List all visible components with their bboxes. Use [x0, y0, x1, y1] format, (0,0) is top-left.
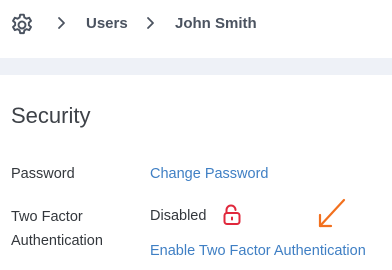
chevron-right-icon: [147, 17, 154, 29]
change-password-link[interactable]: Change Password: [150, 165, 269, 183]
two-factor-status: Disabled: [150, 208, 207, 224]
two-factor-label-line2: Authentication: [11, 233, 103, 249]
section-divider-band: [0, 58, 392, 75]
breadcrumb-bar: Users John Smith: [0, 0, 392, 50]
two-factor-label-line1: Two Factor: [11, 209, 83, 225]
breadcrumb-item-current: John Smith: [175, 15, 257, 32]
gear-icon[interactable]: [9, 12, 35, 38]
chevron-right-icon: [58, 17, 65, 29]
password-label: Password: [11, 166, 75, 182]
unlocked-icon: [223, 204, 241, 225]
enable-two-factor-link[interactable]: Enable Two Factor Authentication: [150, 242, 366, 260]
section-title: Security: [11, 103, 91, 128]
breadcrumb-item-users[interactable]: Users: [86, 15, 128, 33]
arrow-annotation-icon: [318, 198, 346, 228]
